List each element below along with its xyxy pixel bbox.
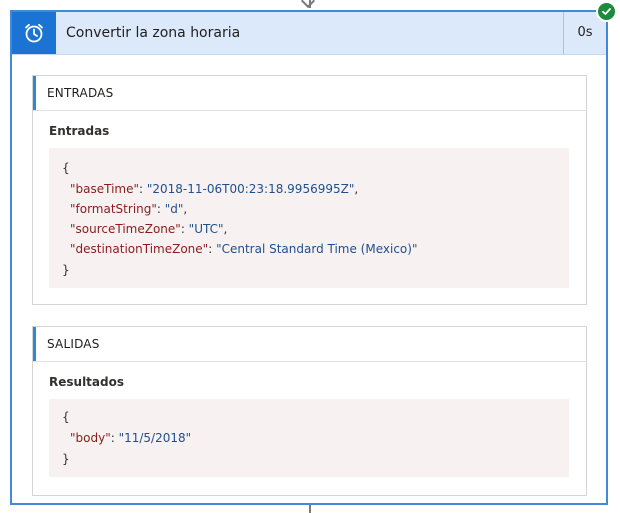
inputs-label: Entradas	[49, 124, 110, 138]
json-open-brace: {	[62, 410, 70, 424]
outputs-section-header[interactable]: SALIDAS	[33, 327, 586, 362]
json-close-brace: }	[62, 263, 70, 277]
json-line: "body": "11/5/2018"	[70, 431, 192, 445]
flow-arrow-icon	[300, 0, 316, 9]
outputs-json-box: { "body": "11/5/2018" }	[49, 399, 569, 477]
flow-connector-bottom	[309, 505, 311, 513]
outputs-section: SALIDAS Resultados { "body": "11/5/2018"…	[32, 326, 587, 496]
json-line: "baseTime": "2018-11-06T00:23:18.9956995…	[70, 182, 359, 196]
success-check-icon	[596, 1, 617, 22]
alarm-clock-icon	[12, 12, 56, 54]
json-line: "formatString": "d",	[70, 202, 188, 216]
section-accent-bar	[33, 327, 36, 361]
action-card[interactable]: Convertir la zona horaria 0s ENTRADAS En…	[10, 10, 608, 505]
inputs-section: ENTRADAS Entradas { "baseTime": "2018-11…	[32, 75, 587, 305]
inputs-json-box: { "baseTime": "2018-11-06T00:23:18.99569…	[49, 148, 569, 288]
outputs-label: Resultados	[49, 375, 124, 389]
inputs-section-title: ENTRADAS	[47, 86, 114, 100]
action-title: Convertir la zona horaria	[66, 25, 241, 41]
section-accent-bar	[33, 76, 36, 110]
inputs-section-header[interactable]: ENTRADAS	[33, 76, 586, 111]
json-open-brace: {	[62, 161, 70, 175]
json-line: "sourceTimeZone": "UTC",	[70, 222, 228, 236]
json-line: "destinationTimeZone": "Central Standard…	[70, 242, 418, 256]
outputs-section-title: SALIDAS	[47, 337, 100, 351]
json-close-brace: }	[62, 452, 70, 466]
action-header[interactable]: Convertir la zona horaria 0s	[12, 12, 606, 55]
